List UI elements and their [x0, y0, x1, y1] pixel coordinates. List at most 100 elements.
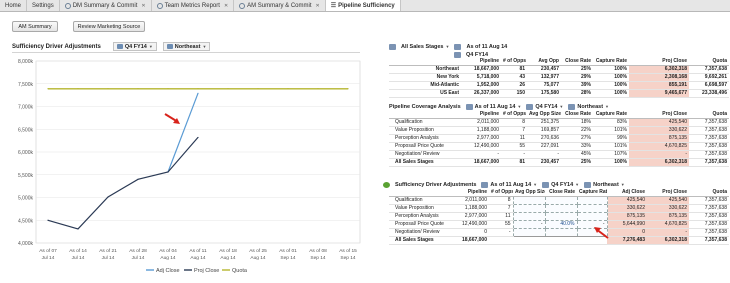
column-header[interactable]: [389, 189, 451, 198]
am-summary-button[interactable]: AM Summary: [12, 21, 58, 32]
tab-pipeline-sufficiency[interactable]: ☰ Pipeline Sufficiency: [325, 0, 401, 11]
column-header[interactable]: Capture Rate: [593, 58, 629, 67]
x-tick-label: Jul 14: [132, 255, 145, 261]
tab-home[interactable]: Home: [0, 0, 28, 11]
y-tick-label: 5,000k: [18, 196, 34, 202]
table-cell: 6,302,318: [647, 236, 689, 246]
column-header[interactable]: Capture Rate: [593, 111, 629, 120]
column-header[interactable]: # of Opps: [489, 189, 513, 198]
total-row: All Sales Stages 18,667,000 81 230,457 25% 10…: [389, 158, 729, 168]
period-value: Q4 FY14: [466, 51, 489, 58]
menu-icon: ☰: [330, 3, 337, 9]
asof-dropdown[interactable]: As of 11 Aug 14 ▼: [481, 181, 538, 188]
tab-am-summary[interactable]: AM Summary & Commit ✕: [234, 0, 326, 11]
region-dropdown[interactable]: Northeast ▼: [162, 42, 211, 51]
column-header[interactable]: Close Rate: [545, 189, 577, 198]
column-header[interactable]: [389, 111, 461, 120]
row-label: All Sales Stages: [389, 236, 451, 246]
status-icon: [383, 181, 390, 188]
editable-cell[interactable]: [576, 212, 608, 222]
table-cell: 230,457: [527, 158, 561, 168]
column-header[interactable]: Quota: [689, 189, 729, 198]
button-label: Review Marketing Source: [77, 23, 141, 30]
asof-value: As of 11 Aug 14: [474, 103, 516, 110]
row-label: Negotiation/ Review: [389, 150, 461, 160]
table-cell: 2,011,000: [451, 196, 489, 206]
report-icon: [239, 2, 246, 9]
table-cell: 101%: [593, 142, 629, 152]
region-dropdown[interactable]: Northeast ▼: [584, 181, 625, 188]
stage-dropdown[interactable]: All Sales Stages ▼: [401, 44, 449, 50]
tab-team-metrics[interactable]: Team Metrics Report ✕: [152, 0, 235, 11]
table-cell: 26,337,000: [461, 89, 501, 99]
table-cell: 7,357,638: [689, 134, 729, 144]
column-header[interactable]: Pipeline: [461, 111, 501, 120]
pipeline-coverage-table: Pipeline # of Opps Avg Opp Size Close Rate C…: [389, 111, 729, 168]
column-header[interactable]: Proj Close: [629, 58, 689, 67]
editable-cell[interactable]: 40.0%: [544, 220, 578, 230]
close-icon[interactable]: ✕: [141, 3, 145, 9]
table-cell: 175,580: [527, 89, 561, 99]
column-header[interactable]: Capture Rate: [577, 189, 607, 198]
asof-dropdown[interactable]: As of 11 Aug 14 ▼: [465, 103, 521, 110]
editable-cell[interactable]: [512, 204, 546, 214]
table-row: Negotiation/ Review 0-0-7,357,638: [389, 228, 729, 238]
close-icon[interactable]: ✕: [224, 3, 228, 9]
editable-cell[interactable]: [512, 228, 546, 238]
table-cell: 12,490,000: [461, 142, 501, 152]
column-header[interactable]: [389, 58, 461, 67]
table-cell: [545, 236, 577, 246]
column-header[interactable]: # of Opps: [501, 58, 527, 67]
column-header[interactable]: Proj Close: [647, 189, 689, 198]
column-header[interactable]: Quota: [689, 58, 729, 67]
column-header[interactable]: Avg Opp Size: [527, 111, 561, 120]
column-header[interactable]: Adj Close: [607, 189, 647, 198]
column-header[interactable]: Pipeline: [461, 58, 501, 67]
table-cell: 81: [501, 158, 527, 168]
table-cell: 7,357,638: [689, 142, 729, 152]
table-cell: 18,667,000: [461, 158, 501, 168]
period-dropdown[interactable]: Q4 FY14 ▼: [526, 103, 563, 110]
table-cell: 227,091: [527, 142, 561, 152]
table-row: Value Proposition 1,188,000 7 330,622 330,62…: [389, 204, 729, 214]
table-cell: 7,357,638: [689, 220, 729, 230]
editable-cell[interactable]: [512, 212, 546, 222]
table-cell: 99%: [593, 134, 629, 144]
row-label: Proposal/ Price Quote: [389, 220, 451, 230]
editable-cell[interactable]: [576, 204, 608, 214]
close-icon[interactable]: ✕: [315, 3, 319, 9]
column-header[interactable]: Avg Opp Size: [513, 189, 545, 198]
table-cell: 11: [489, 212, 513, 222]
chevron-down-icon: ▼: [533, 182, 538, 187]
period-dropdown[interactable]: Q4 FY14 ▼: [112, 42, 157, 51]
data-point: [167, 171, 169, 173]
column-header[interactable]: Pipeline: [451, 189, 489, 198]
column-header[interactable]: Close Rate: [561, 58, 593, 67]
editable-cell[interactable]: [544, 212, 578, 222]
column-header[interactable]: Proj Close: [629, 111, 689, 120]
review-marketing-source-button[interactable]: Review Marketing Source: [73, 21, 145, 32]
tab-dm-summary[interactable]: DM Summary & Commit ✕: [60, 0, 152, 11]
editable-cell[interactable]: [512, 196, 546, 206]
y-tick-label: 4,500k: [18, 218, 34, 224]
table-cell: 100%: [593, 158, 629, 168]
column-header[interactable]: # of Opps: [501, 111, 527, 120]
tab-settings[interactable]: Settings: [27, 0, 60, 11]
editable-cell[interactable]: [544, 228, 578, 238]
period-dropdown[interactable]: Q4 FY14 ▼: [542, 181, 579, 188]
editable-cell[interactable]: [576, 196, 608, 206]
table-cell: 33%: [561, 142, 593, 152]
button-label: AM Summary: [18, 23, 52, 30]
data-point: [167, 88, 169, 90]
region-dropdown[interactable]: Northeast ▼: [568, 103, 609, 110]
column-header[interactable]: Close Rate: [561, 111, 593, 120]
y-tick-label: 7,500k: [18, 82, 34, 88]
editable-cell[interactable]: -: [512, 220, 546, 230]
editable-cell[interactable]: [544, 196, 578, 206]
column-header[interactable]: Avg Opp: [527, 58, 561, 67]
table3-title: Sufficiency Driver Adjustments: [395, 181, 477, 188]
table-cell: 7,357,638: [689, 196, 729, 206]
x-tick-label: As of 08: [309, 248, 327, 254]
editable-cell[interactable]: [544, 204, 578, 214]
column-header[interactable]: Quota: [689, 111, 729, 120]
